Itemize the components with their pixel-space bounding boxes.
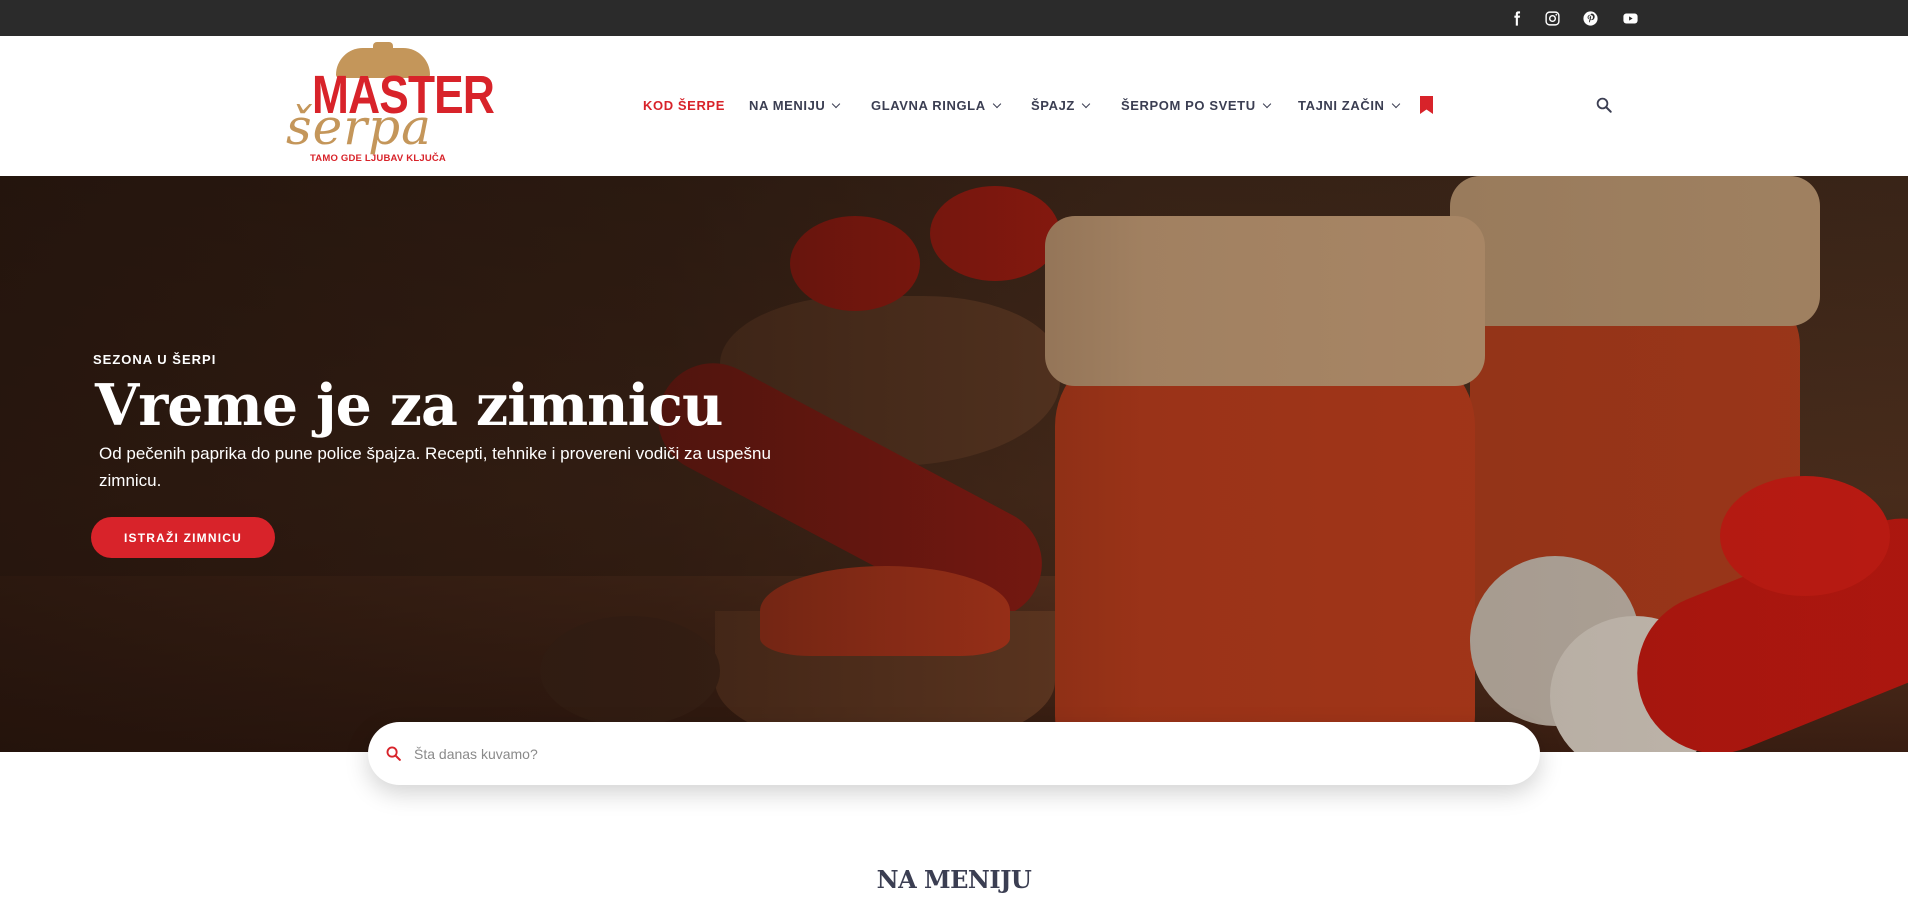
search-icon — [385, 745, 402, 762]
site-logo[interactable]: MASTER šerpa TAMO GDE LJUBAV KLJUČA — [284, 40, 495, 174]
nav-item-na-meniju[interactable]: NA MENIJU — [749, 98, 841, 113]
hero-title: Vreme je za zimnicu — [95, 372, 723, 439]
nav-item-label: KOD ŠERPE — [643, 98, 725, 113]
chevron-down-icon — [992, 99, 1001, 108]
nav-item-label: NA MENIJU — [749, 98, 826, 113]
logo-tagline: TAMO GDE LJUBAV KLJUČA — [310, 153, 446, 164]
nav-item-label: GLAVNA RINGLA — [871, 98, 986, 113]
logo-serpa-text: šerpa — [286, 98, 432, 156]
hero-description: Od pečenih paprika do pune police špajza… — [99, 444, 771, 490]
nav-item-spajz[interactable]: ŠPAJZ — [1031, 98, 1091, 113]
chevron-down-icon — [832, 99, 841, 108]
chevron-down-icon — [1391, 99, 1400, 108]
nav-item-label: ŠERPOM PO SVETU — [1121, 98, 1256, 113]
top-bar — [0, 0, 1908, 36]
search-input[interactable] — [414, 740, 1494, 768]
explore-zimnica-button[interactable]: ISTRAŽI ZIMNICU — [91, 517, 275, 558]
nav-item-glavna-ringla[interactable]: GLAVNA RINGLA — [871, 98, 1001, 113]
hero-kicker: SEZONA U ŠERPI — [93, 352, 217, 367]
nav-item-serpom-po-svetu[interactable]: ŠERPOM PO SVETU — [1121, 98, 1271, 113]
bookmark-icon[interactable] — [1420, 96, 1433, 114]
pinterest-icon[interactable] — [1579, 7, 1601, 29]
chevron-down-icon — [1081, 99, 1091, 108]
youtube-icon[interactable] — [1619, 7, 1641, 29]
nav-item-tajni-zacin[interactable]: TAJNI ZAČIN — [1298, 98, 1400, 113]
search-bar — [368, 722, 1540, 785]
nav-item-label: ŠPAJZ — [1031, 98, 1075, 113]
section-title-na-meniju: NA MENIJU — [876, 865, 1032, 894]
search-icon[interactable] — [1595, 96, 1613, 114]
facebook-icon[interactable] — [1505, 7, 1527, 29]
chevron-down-icon — [1262, 99, 1271, 108]
nav-item-label: TAJNI ZAČIN — [1298, 98, 1385, 113]
instagram-icon[interactable] — [1541, 7, 1563, 29]
nav-item-kod-serpe[interactable]: KOD ŠERPE — [643, 98, 725, 113]
